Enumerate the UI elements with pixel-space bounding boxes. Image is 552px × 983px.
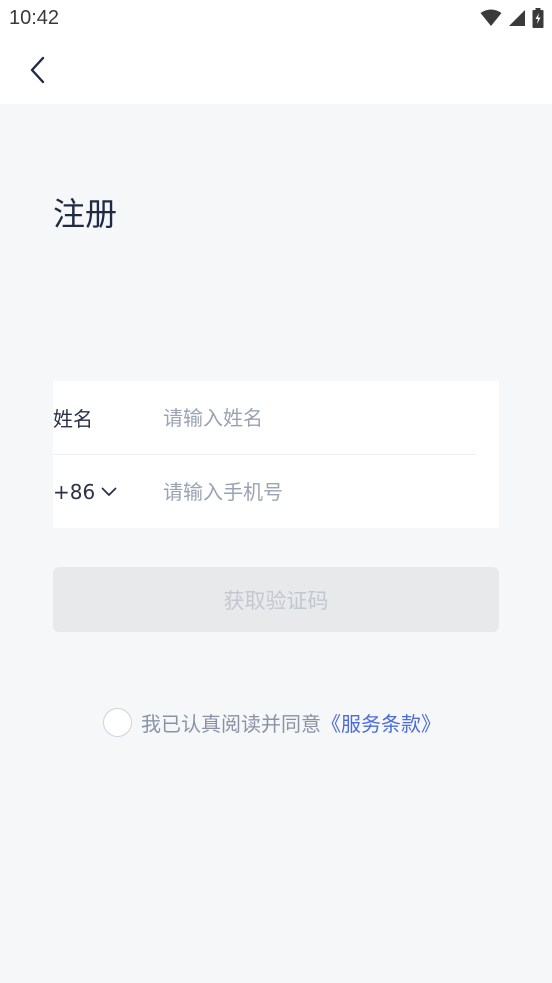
name-row: 姓名 xyxy=(53,381,476,455)
page-title: 注册 xyxy=(53,195,118,233)
country-code-selector[interactable]: +86 xyxy=(53,480,163,504)
name-input[interactable] xyxy=(163,405,476,430)
wifi-icon xyxy=(480,9,502,26)
name-label: 姓名 xyxy=(53,407,93,431)
agreement-row: 我已认真阅读并同意 《服务条款》 xyxy=(103,706,441,738)
battery-charging-icon xyxy=(532,8,544,28)
register-form: 姓名 +86 xyxy=(53,381,499,528)
get-code-button[interactable]: 获取验证码 xyxy=(53,567,499,632)
chevron-down-icon xyxy=(101,487,117,496)
agreement-text: 我已认真阅读并同意 xyxy=(141,711,321,736)
terms-link[interactable]: 《服务条款》 xyxy=(321,708,441,737)
back-button[interactable] xyxy=(20,52,56,88)
phone-input[interactable] xyxy=(163,479,476,504)
status-bar: 10:42 xyxy=(0,0,552,38)
signal-icon xyxy=(509,10,525,26)
phone-row: +86 xyxy=(53,455,476,528)
status-icons xyxy=(480,7,544,29)
country-code-value: +86 xyxy=(53,479,96,504)
status-time: 10:42 xyxy=(9,7,60,29)
nav-bar xyxy=(0,38,552,104)
agreement-checkbox[interactable] xyxy=(103,707,132,737)
chevron-left-icon xyxy=(30,56,45,84)
